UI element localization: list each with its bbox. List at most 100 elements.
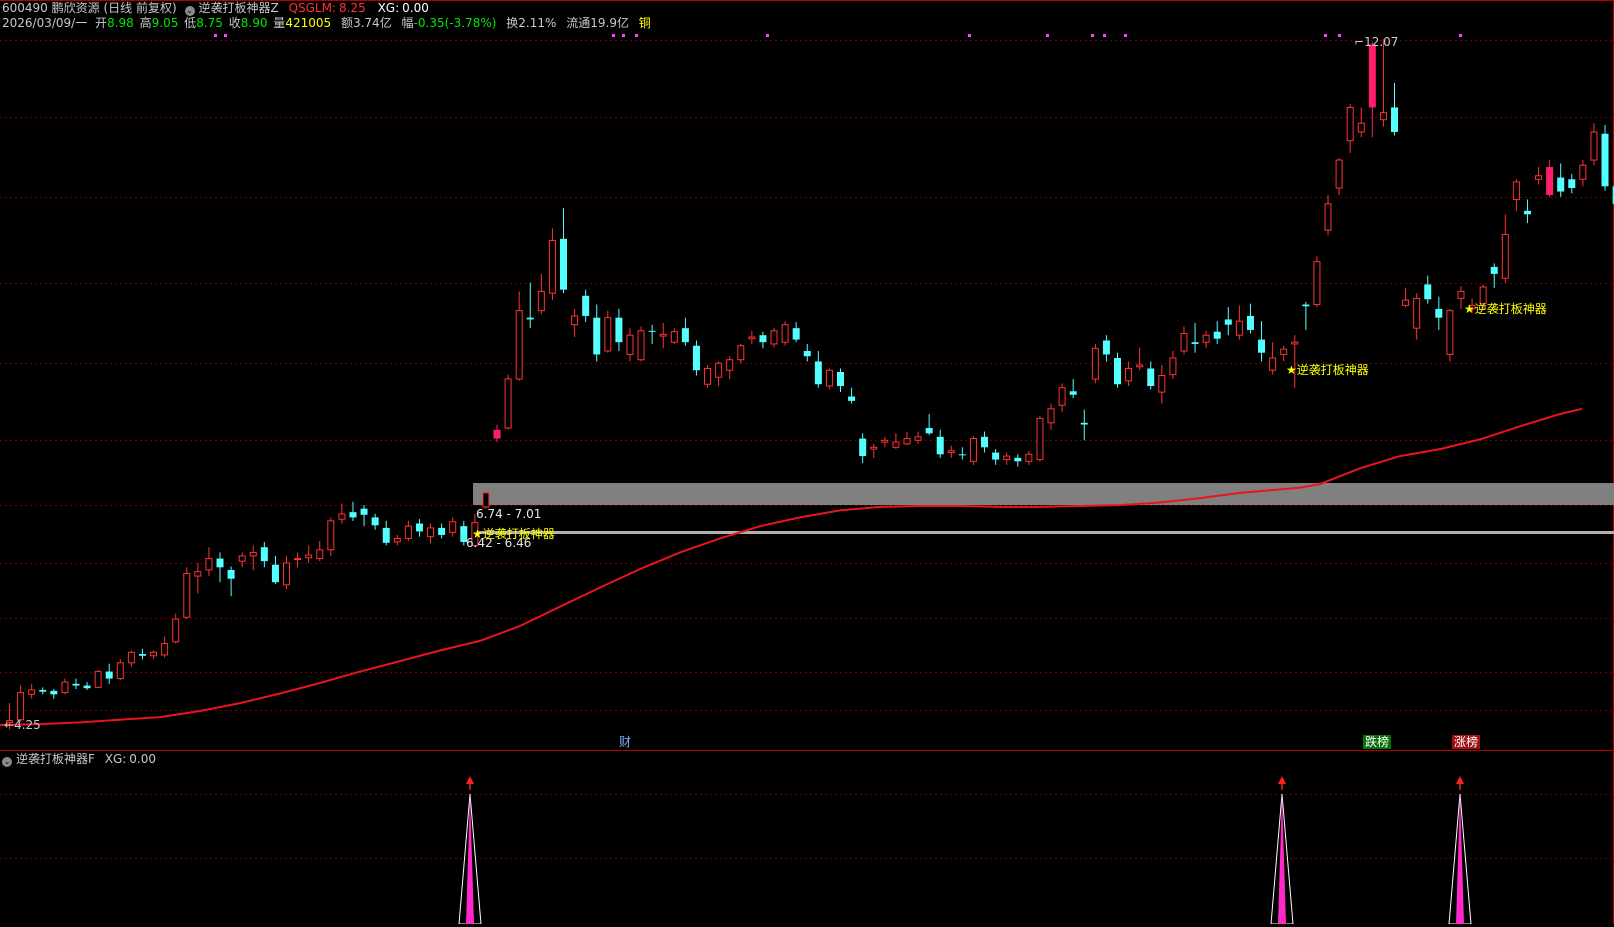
candle-body [1069,391,1077,395]
candle-body [194,571,202,577]
collapse-icon[interactable]: ⌄ [184,6,195,16]
candle-body [116,662,124,680]
candle-body [593,317,601,355]
candle-body [1003,455,1011,461]
candle-body [227,569,235,579]
candle-body [1213,331,1221,339]
candle-body [914,436,922,441]
candle-body [504,378,512,429]
sub-collapse-icon[interactable]: ⌄ [2,757,12,767]
candle-body [1158,374,1166,393]
candle-body [1169,357,1177,376]
candle-body [94,671,102,688]
signal-dot [1103,34,1106,37]
candle-body [1014,457,1022,462]
candle-body [1280,348,1288,355]
signal-dot [1459,34,1462,37]
float-label: 流通 [566,16,591,30]
candle-body [1490,266,1498,274]
candle-body [537,290,545,312]
candle-body [17,692,25,721]
candle-body [172,618,180,643]
candle-body [1402,299,1410,306]
candle-body [903,438,911,445]
candle-body [449,521,457,533]
volume-value: 421005 [285,16,332,30]
close-label: 收 [228,16,241,30]
kline-chart[interactable] [0,0,1614,925]
candle-body [50,690,58,695]
spike-fill [1456,794,1464,924]
quote-bar: 2026/03/09/一 开8.98 高9.05 低8.75 收8.90 量42… [2,16,655,31]
candle-body [803,350,811,357]
ma-line [0,407,1583,726]
candle-body [271,564,279,583]
candle-body [294,558,302,561]
candle-body [792,328,800,340]
signal-label-2: ★逆袭打板神器 [1286,363,1369,377]
fall-list-marker[interactable]: 跌榜 [1363,735,1392,749]
up-arrow-icon [466,776,474,784]
candle-body [737,345,745,361]
amount-value: 3.74亿 [352,16,392,30]
sub-indicator-name[interactable]: 逆袭打板神器F [16,752,95,766]
rise-list-marker[interactable]: 涨榜 [1452,735,1481,749]
candle-body [515,310,523,380]
min-price-label: ←4.25 [4,718,41,732]
candle-body [582,295,590,316]
candle-body [604,317,612,352]
candle-body [1446,310,1454,355]
candle-body [825,369,833,387]
indicator-name[interactable]: 逆袭打板神器Z [199,1,279,15]
candle-body [1025,453,1033,462]
sub-panel-title: ⌄ 逆袭打板神器F XG: 0.00 [2,752,160,767]
open-value: 8.98 [107,16,134,30]
finance-marker[interactable]: 财 [617,735,633,749]
candle-body [305,554,313,559]
low-label: 低 [184,16,197,30]
candle-body [1324,203,1332,231]
candle-body [571,315,579,326]
candle-body [947,450,955,454]
quote-date: 2026/03/09/一 [2,16,88,30]
candle-body [1036,417,1044,461]
qsglm-value: 8.25 [339,1,366,15]
candle-body [1357,122,1365,133]
candle-body [859,438,867,457]
signal-dot [612,34,615,37]
candle-body [648,330,656,332]
zone-upper-label: 6.74 - 7.01 [476,507,542,521]
open-label: 开 [95,16,108,30]
signal-dot [635,34,638,37]
high-label: 高 [139,16,152,30]
candle-body [360,508,368,515]
candle-body [1258,339,1266,353]
candle-body [1368,44,1376,108]
chart-area[interactable]: 600490 鹏欣资源 (日线 前复权) ⌄ 逆袭打板神器Z QSGLM: 8.25… [0,0,1614,925]
candle-body [681,328,689,343]
candle-body [1601,133,1609,187]
candle-body [1136,364,1144,368]
change-label: 幅 [401,16,414,30]
signal-dot [1046,34,1049,37]
candle-body [670,331,678,343]
support-zone-lower [473,531,1614,534]
candle-body [1424,284,1432,300]
signal-label-1: ★逆袭打板神器 [472,527,555,541]
candle-body [692,345,700,371]
candle-body [161,643,169,656]
volume-label: 量 [273,16,286,30]
candle-body [1568,179,1576,189]
spike-fill [1278,794,1286,924]
candle-body [992,452,1000,460]
candle-body [349,512,357,518]
candle-body [72,683,80,686]
candle-body [1535,175,1543,180]
candle-body [1391,107,1398,132]
spike-fill [466,794,474,924]
signal-dot [1324,34,1327,37]
stock-code: 600490 [2,1,48,15]
candle-body [925,428,933,434]
signal-label-3: ★逆袭打板神器 [1464,302,1547,316]
stock-name: 鹏欣资源 [51,1,100,15]
